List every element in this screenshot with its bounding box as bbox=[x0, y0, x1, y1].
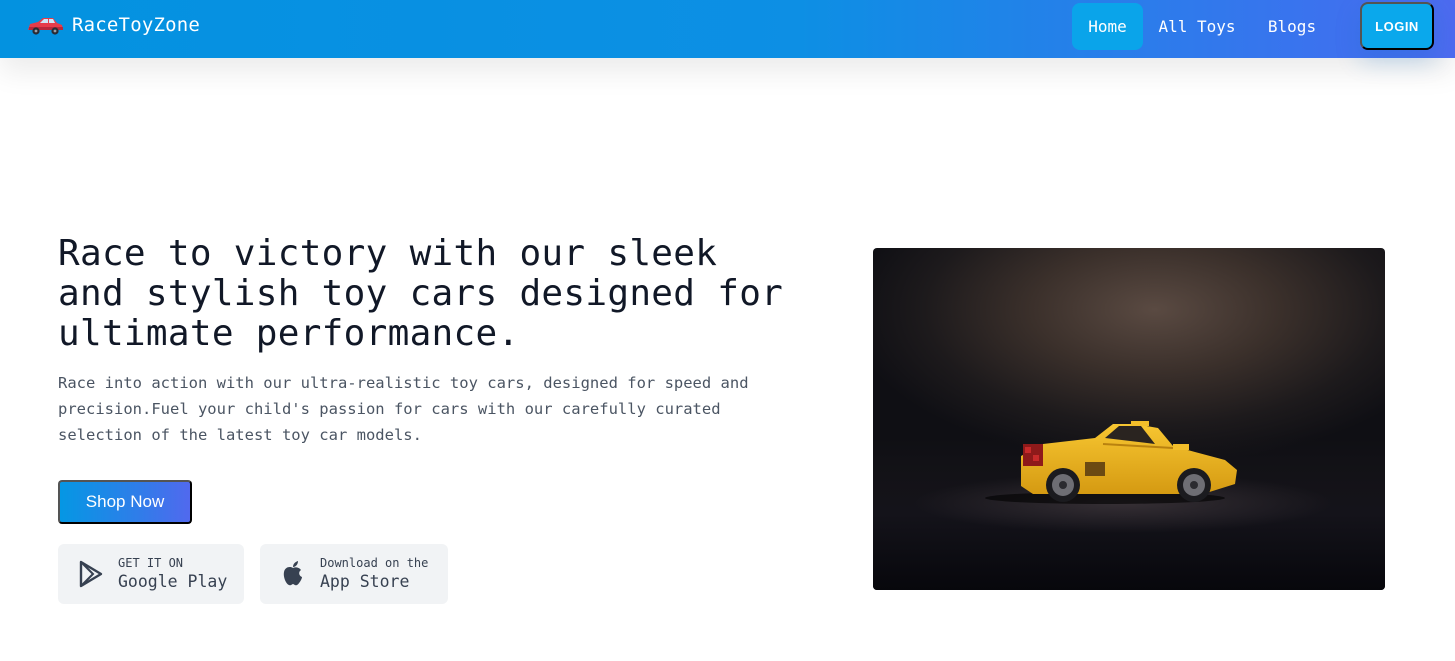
google-play-text: GET IT ON Google Play bbox=[118, 555, 227, 593]
brand-name: RaceToyZone bbox=[72, 14, 201, 36]
app-store-text: Download on the App Store bbox=[320, 555, 428, 593]
hero-car-image bbox=[873, 248, 1385, 590]
hero-title: Race to victory with our sleek and styli… bbox=[58, 233, 784, 354]
yellow-toy-car-photo bbox=[873, 421, 1385, 590]
apple-icon bbox=[283, 561, 302, 586]
google-play-icon bbox=[79, 560, 103, 588]
race-car-icon bbox=[28, 18, 63, 35]
google-play-button[interactable]: GET IT ON Google Play bbox=[58, 544, 244, 604]
google-play-label: Google Play bbox=[118, 572, 228, 591]
nav-home[interactable]: Home bbox=[1072, 3, 1143, 50]
nav-blogs[interactable]: Blogs bbox=[1256, 3, 1328, 50]
google-play-small-label: GET IT ON bbox=[118, 556, 184, 570]
nav-all-toys[interactable]: All Toys bbox=[1151, 3, 1243, 50]
app-store-label: App Store bbox=[320, 572, 410, 591]
hero-subtitle: Race into action with our ultra-realisti… bbox=[58, 374, 749, 444]
navbar: RaceToyZone Home All Toys Blogs LOGIN bbox=[0, 0, 1455, 58]
app-store-small-label: Download on the bbox=[320, 556, 429, 570]
app-store-button[interactable]: Download on the App Store bbox=[260, 544, 448, 604]
brand-logo[interactable]: RaceToyZone bbox=[26, 13, 200, 37]
shop-now-button[interactable]: Shop Now bbox=[58, 480, 192, 524]
login-button[interactable]: LOGIN bbox=[1360, 2, 1434, 50]
